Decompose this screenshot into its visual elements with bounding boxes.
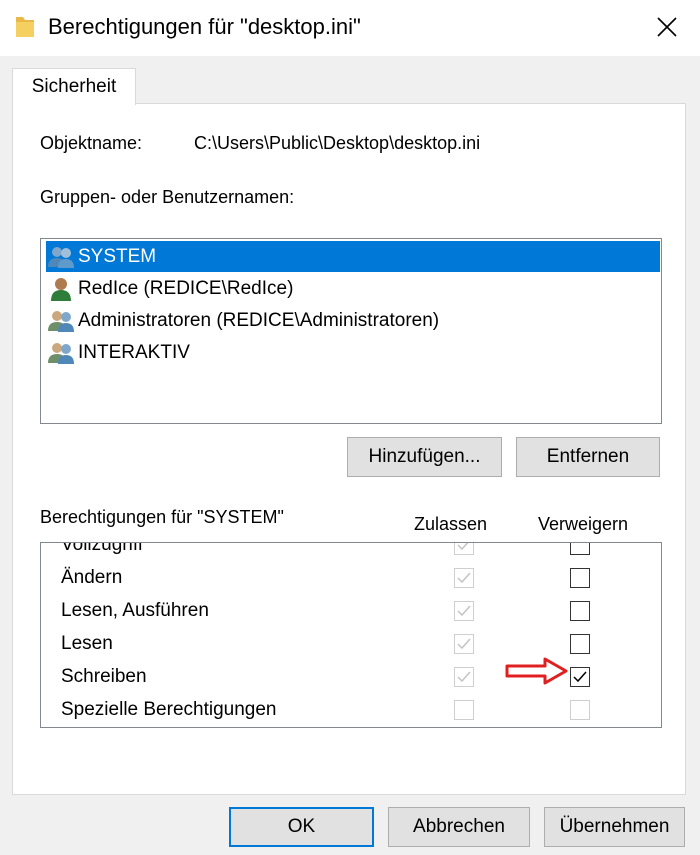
deny-checkbox[interactable] <box>570 700 590 720</box>
permission-row: Lesen, Ausführen <box>41 595 626 628</box>
permissions-label: Berechtigungen für "SYSTEM" <box>40 507 284 527</box>
title-bar: Berechtigungen für "desktop.ini" <box>0 0 700 56</box>
checkmark-icon <box>457 572 471 584</box>
group-icon <box>46 308 76 334</box>
deny-checkbox[interactable] <box>570 601 590 621</box>
permission-row: Spezielle Berechtigungen <box>41 694 626 727</box>
deny-checkbox[interactable] <box>570 543 590 555</box>
allow-checkbox[interactable] <box>454 634 474 654</box>
user-icon <box>46 276 76 302</box>
group-icon <box>46 340 76 366</box>
allow-checkbox[interactable] <box>454 601 474 621</box>
permission-name: Spezielle Berechtigungen <box>61 699 277 720</box>
checkmark-icon <box>457 605 471 617</box>
checkmark-icon <box>457 638 471 650</box>
list-item-system[interactable]: SYSTEM <box>46 241 660 272</box>
tab-sicherheit[interactable]: Sicherheit <box>12 68 136 105</box>
group-icon <box>46 244 76 270</box>
permission-name: Vollzugriff <box>61 542 144 555</box>
object-name-value: C:\Users\Public\Desktop\desktop.ini <box>194 133 481 153</box>
red-arrow-icon <box>505 656 569 686</box>
permission-row: Ändern <box>41 562 626 595</box>
permission-name: Lesen, Ausführen <box>61 600 209 621</box>
permission-row: Vollzugriff <box>41 542 626 562</box>
list-item-administratoren[interactable]: Administratoren (REDICE\Administratoren) <box>46 305 660 336</box>
list-item-interaktiv[interactable]: INTERAKTIV <box>46 337 660 368</box>
apply-button[interactable]: Übernehmen <box>544 807 685 847</box>
checkmark-icon <box>457 671 471 683</box>
checkmark-icon <box>457 543 469 551</box>
deny-checkbox[interactable] <box>570 634 590 654</box>
checkmark-icon <box>573 671 587 683</box>
allow-checkbox[interactable] <box>454 543 474 555</box>
list-item-label: INTERAKTIV <box>78 341 190 363</box>
ok-button[interactable]: OK <box>229 807 374 847</box>
permission-name: Ändern <box>61 567 123 588</box>
permission-name: Lesen <box>61 633 113 654</box>
cancel-button[interactable]: Abbrechen <box>388 807 530 847</box>
list-item-label: RedIce (REDICE\RedIce) <box>78 277 294 299</box>
deny-checkbox[interactable] <box>570 667 590 687</box>
list-item-label: SYSTEM <box>78 245 157 267</box>
window-title: Berechtigungen für "desktop.ini" <box>48 14 361 39</box>
permission-name: Schreiben <box>61 666 147 687</box>
list-item-label: Administratoren (REDICE\Administratoren) <box>78 309 440 331</box>
object-name-label: Objektname: <box>40 133 143 153</box>
groups-listbox[interactable]: SYSTEM RedIce (REDICE\RedIce) Administra… <box>40 238 662 424</box>
close-button[interactable] <box>640 6 694 48</box>
groups-label: Gruppen- oder Benutzernamen: <box>40 187 295 207</box>
remove-button[interactable]: Entfernen <box>516 437 660 477</box>
list-item-redice[interactable]: RedIce (REDICE\RedIce) <box>46 273 660 304</box>
allow-checkbox[interactable] <box>454 700 474 720</box>
allow-checkbox[interactable] <box>454 667 474 687</box>
tab-label: Sicherheit <box>31 76 117 97</box>
permissions-listbox[interactable]: Vollzugriff Ändern Lesen, Ausführen Lesen Sc… <box>40 542 662 728</box>
deny-column-header: Verweigern <box>538 514 629 534</box>
folder-icon <box>14 13 36 39</box>
deny-checkbox[interactable] <box>570 568 590 588</box>
allow-checkbox[interactable] <box>454 568 474 588</box>
close-icon <box>657 17 677 37</box>
allow-column-header: Zulassen <box>414 514 488 534</box>
add-button[interactable]: Hinzufügen... <box>347 437 502 477</box>
